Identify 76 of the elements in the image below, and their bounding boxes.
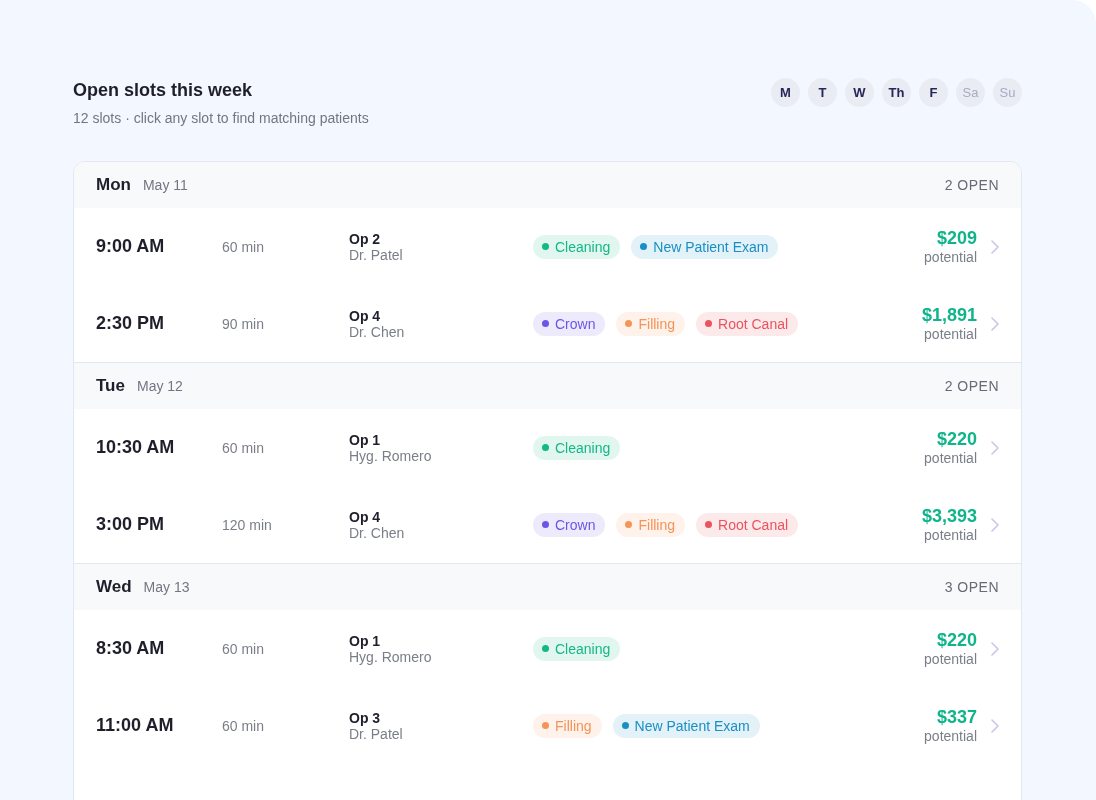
slot-row[interactable]: 10:30 AM 60 min Op 1 Hyg. Romero Cleaning $220 potential <box>74 409 1021 486</box>
operatory: Op 3 <box>349 709 382 726</box>
procedure-tag: Cleaning <box>533 435 621 460</box>
procedure-tag: Filling <box>616 311 686 336</box>
chevron-right-icon <box>991 440 999 455</box>
slot-duration: 60 min <box>222 238 266 255</box>
day-name: Wed <box>96 577 132 597</box>
potential-amount: $220 <box>936 429 977 450</box>
provider: Dr. Chen <box>349 323 406 340</box>
provider: Hyg. Romero <box>349 447 433 464</box>
slot-time: 8:30 AM <box>96 638 166 659</box>
procedure-tag: Crown <box>533 311 606 336</box>
operatory: Op 1 <box>349 632 382 649</box>
procedure-tag: Crown <box>533 512 606 537</box>
day-date: May 11 <box>142 177 188 193</box>
provider: Dr. Chen <box>349 524 406 541</box>
slot-time: 10:30 AM <box>96 437 176 458</box>
chevron-right-icon <box>991 239 999 254</box>
potential-label: potential <box>924 326 977 342</box>
day-filter[interactable]: M <box>771 78 800 107</box>
day-filter[interactable]: F <box>919 78 948 107</box>
slot-row[interactable]: 2:30 PM 90 min Op 4 Dr. Chen Crown Filling Root Canal $1,891 potential <box>74 285 1021 362</box>
slot-time: 11:00 AM <box>96 715 175 736</box>
procedure-tag: Filling <box>616 512 686 537</box>
chevron-right-icon <box>991 517 999 532</box>
slot-duration: 90 min <box>222 315 266 332</box>
day-date: May 12 <box>136 378 183 394</box>
day-name: Mon <box>96 175 131 195</box>
open-count: 2 OPEN <box>944 378 999 394</box>
operatory: Op 4 <box>349 508 382 525</box>
chevron-right-icon <box>991 718 999 733</box>
procedure-tag: Filling <box>533 713 602 738</box>
day-filter[interactable]: W <box>845 78 874 107</box>
potential-amount: $220 <box>936 630 977 651</box>
potential-label: potential <box>924 651 977 667</box>
slot-duration: 120 min <box>222 516 273 533</box>
slot-duration: 60 min <box>222 439 266 456</box>
operatory: Op 2 <box>349 230 382 247</box>
potential-amount: $337 <box>936 707 977 728</box>
chevron-right-icon <box>991 641 999 656</box>
procedure-tag: New Patient Exam <box>612 713 760 738</box>
procedure-tag: Root Canal <box>696 512 799 537</box>
potential-label: potential <box>924 450 977 466</box>
provider: Dr. Patel <box>349 725 404 742</box>
slot-duration: 60 min <box>222 717 266 734</box>
day-filter[interactable]: Th <box>882 78 911 107</box>
procedure-tag: New Patient Exam <box>631 234 779 259</box>
provider: Hyg. Romero <box>349 648 433 665</box>
section-title: Open slots this week <box>73 80 254 101</box>
section-subtitle: 12 slots · click any slot to find matching patients <box>73 110 369 126</box>
potential-amount: $1,891 <box>921 305 977 326</box>
procedure-tag: Cleaning <box>533 234 621 259</box>
potential-label: potential <box>924 527 977 543</box>
slot-row[interactable]: 3:00 PM 120 min Op 4 Dr. Chen Crown Filling Root Canal $3,393 potential <box>74 486 1021 563</box>
procedure-tag: Cleaning <box>533 636 621 661</box>
open-count: 2 OPEN <box>944 177 999 193</box>
potential-amount: $3,393 <box>921 506 977 527</box>
slot-duration: 60 min <box>222 640 266 657</box>
slot-time: 3:00 PM <box>96 514 166 535</box>
day-filter[interactable]: T <box>808 78 837 107</box>
procedure-tag: Root Canal <box>696 311 799 336</box>
slot-time: 9:00 AM <box>96 236 166 257</box>
provider: Dr. Patel <box>349 246 404 263</box>
slot-time: 2:30 PM <box>96 313 166 334</box>
day-date: May 13 <box>143 579 190 595</box>
potential-label: potential <box>924 728 977 744</box>
chevron-right-icon <box>991 316 999 331</box>
operatory: Op 1 <box>349 431 382 448</box>
slot-row[interactable]: 11:00 AM 60 min Op 3 Dr. Patel Filling New Patient Exam $337 potential <box>74 687 1021 764</box>
slot-row[interactable]: 8:30 AM 60 min Op 1 Hyg. Romero Cleaning $220 potential <box>74 610 1021 687</box>
operatory: Op 4 <box>349 307 382 324</box>
day-name: Tue <box>96 376 125 396</box>
slot-row[interactable]: 9:00 AM 60 min Op 2 Dr. Patel Cleaning New Patient Exam $209 potential <box>74 208 1021 285</box>
open-count: 3 OPEN <box>944 579 999 595</box>
potential-amount: $209 <box>936 228 977 249</box>
potential-label: potential <box>924 249 977 265</box>
